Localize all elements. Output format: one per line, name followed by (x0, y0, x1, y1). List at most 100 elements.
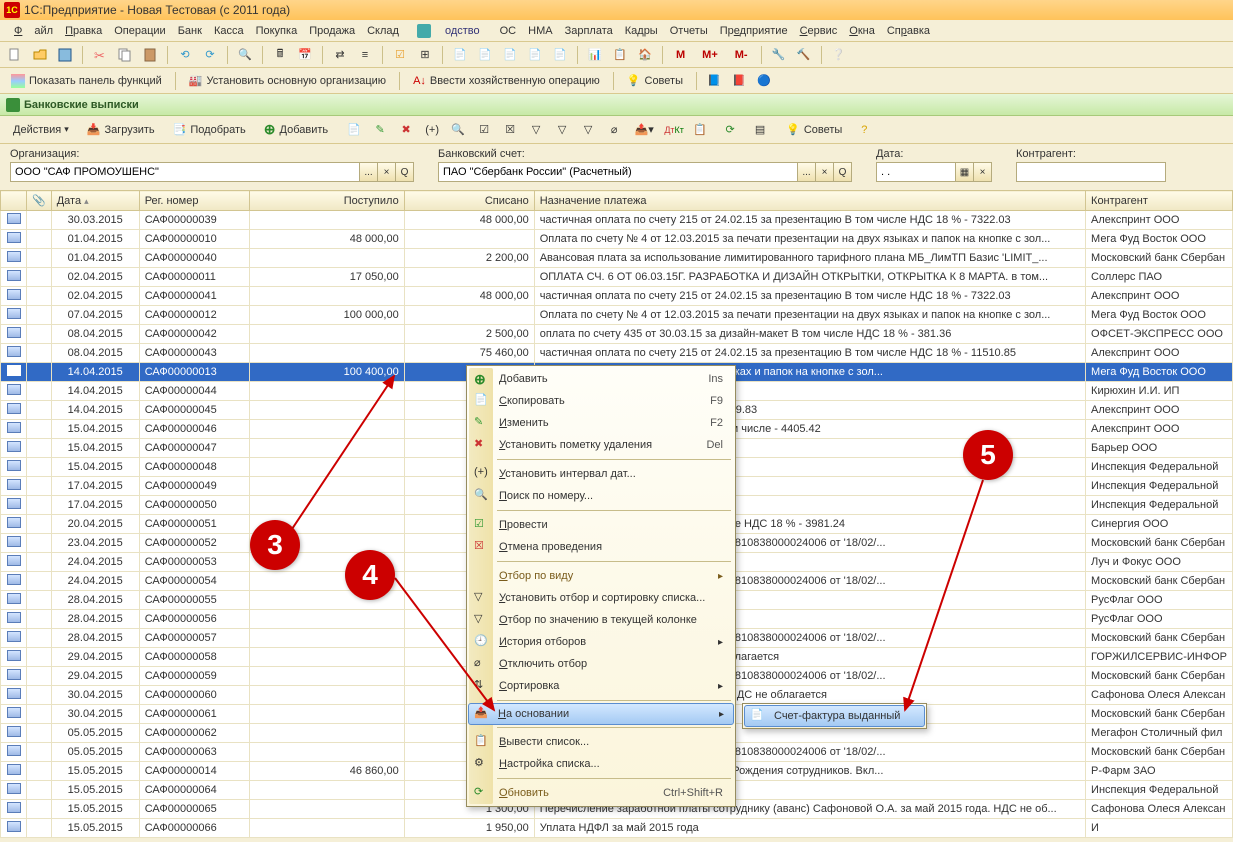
ctx-установить-интервал-дат-[interactable]: (+)Установить интервал дат... (469, 463, 733, 485)
ctx-изменить[interactable]: ✎ИзменитьF2 (469, 412, 733, 434)
load-button[interactable]: 📥Загрузить (80, 119, 162, 141)
date-input[interactable] (876, 162, 956, 182)
date-cal-button[interactable]: ▦ (956, 162, 974, 182)
table-row[interactable]: 08.04.2015САФ000000422 500,00оплата по с… (1, 325, 1233, 344)
col-out[interactable]: Списано (404, 191, 534, 211)
menu-ops[interactable]: Операции (108, 23, 171, 39)
table-row[interactable]: 15.05.2015САФ000000661 950,00Уплата НДФЛ… (1, 819, 1233, 838)
table-row[interactable]: 01.04.2015САФ000000402 200,00Авансовая п… (1, 249, 1233, 268)
col-reg[interactable]: Рег. номер (139, 191, 249, 211)
act-edit-icon[interactable]: ✎ (369, 119, 391, 141)
org-input[interactable] (10, 162, 360, 182)
menu-nma[interactable]: НМА (522, 23, 558, 39)
tb-house-icon[interactable]: 🏠 (634, 44, 656, 66)
ctx-установить-пометку-удаления[interactable]: ✖Установить пометку удаленияDel (469, 434, 733, 456)
act-del-icon[interactable]: ✖ (395, 119, 417, 141)
menu-stock[interactable]: Склад (361, 23, 405, 39)
tb-chart-icon[interactable]: 📊 (584, 44, 606, 66)
tb-redo-icon[interactable]: ⟳ (199, 44, 221, 66)
tb-doc1-icon[interactable]: 📄 (449, 44, 471, 66)
acc-clear-button[interactable]: × (816, 162, 834, 182)
tb-clip-icon[interactable]: 📋 (609, 44, 631, 66)
ctx-отбор-по-значению-в-текущей-колонке[interactable]: ▽Отбор по значению в текущей колонке (469, 609, 733, 631)
act-dtkt-icon[interactable]: ДтКт (663, 119, 685, 141)
act-post-icon[interactable]: ☑ (473, 119, 495, 141)
menu-windows[interactable]: Окна (843, 23, 881, 39)
table-row[interactable]: 07.04.2015САФ00000012100 000,00Оплата по… (1, 306, 1233, 325)
menu-os[interactable]: ОС (494, 23, 523, 39)
act-filter1-icon[interactable]: ▽ (525, 119, 547, 141)
select-button[interactable]: 📑Подобрать (166, 119, 253, 141)
ctx-отбор-по-виду[interactable]: Отбор по виду▸ (469, 565, 733, 587)
menu-bank[interactable]: Банк (172, 23, 208, 39)
submenu-invoice[interactable]: 📄 Счет-фактура выданный (744, 705, 925, 727)
tb-undo-icon[interactable]: ⟲ (174, 44, 196, 66)
show-panel-button[interactable]: Показать панель функций (4, 70, 169, 92)
ctx-поиск-по-номеру-[interactable]: 🔍Поиск по номеру... (469, 485, 733, 507)
tb-prop-icon[interactable]: ≡ (354, 44, 376, 66)
tb-calc-icon[interactable]: 🖩 (269, 44, 291, 66)
col-mark[interactable]: 📎 (27, 191, 52, 211)
act-interval-icon[interactable]: (+) (421, 119, 443, 141)
act-unpost-icon[interactable]: ☒ (499, 119, 521, 141)
tb-new-icon[interactable] (4, 44, 26, 66)
tb-open-icon[interactable] (29, 44, 51, 66)
col-in[interactable]: Поступило (249, 191, 404, 211)
col-icon[interactable] (1, 191, 27, 211)
tb-copy-icon[interactable] (114, 44, 136, 66)
table-row[interactable]: 01.04.2015САФ0000001048 000,00Оплата по … (1, 230, 1233, 249)
set-org-button[interactable]: 🏭Установить основную организацию (182, 70, 393, 92)
org-clear-button[interactable]: × (378, 162, 396, 182)
tips-button-2[interactable]: 💡Советы (620, 70, 690, 92)
act-list-icon[interactable]: 📋 (689, 119, 711, 141)
table-row[interactable]: 30.03.2015САФ0000003948 000,00частичная … (1, 211, 1233, 230)
menu-service[interactable]: Сервис (794, 23, 844, 39)
tb-doc3-icon[interactable]: 📄 (499, 44, 521, 66)
tb-doc4-icon[interactable]: 📄 (524, 44, 546, 66)
act-basedon-icon[interactable]: 📤▾ (633, 119, 655, 141)
table-row[interactable]: 02.04.2015САФ0000001117 050,00ОПЛАТА СЧ.… (1, 268, 1233, 287)
tb-mminus[interactable]: M- (728, 44, 755, 66)
ctx-сортировка[interactable]: ⇅Сортировка▸ (469, 675, 733, 697)
act-search-icon[interactable]: 🔍 (447, 119, 469, 141)
col-contr[interactable]: Контрагент (1086, 191, 1233, 211)
menu-fragment[interactable]: одство (439, 23, 486, 39)
add-button[interactable]: ⊕Добавить (257, 119, 335, 141)
contr-input[interactable] (1016, 162, 1166, 182)
context-submenu[interactable]: 📄 Счет-фактура выданный (742, 703, 927, 729)
menu-ent[interactable]: Предприятие (714, 23, 794, 39)
menu-buy[interactable]: Покупка (250, 23, 304, 39)
tb-sel-icon[interactable]: ☑ (389, 44, 411, 66)
menu-salary[interactable]: Зарплата (559, 23, 619, 39)
org-ellipsis-button[interactable]: ... (360, 162, 378, 182)
date-clear-button[interactable]: × (974, 162, 992, 182)
act-rows-icon[interactable]: ▤ (749, 119, 771, 141)
menu-hr[interactable]: Кадры (619, 23, 664, 39)
col-date[interactable]: Дата▴ (51, 191, 139, 211)
ctx-установить-отбор-и-сортировку-списка-[interactable]: ▽Установить отбор и сортировку списка... (469, 587, 733, 609)
menu-sell[interactable]: Продажа (303, 23, 361, 39)
act-copy-icon[interactable]: 📄 (343, 119, 365, 141)
tb-mplus[interactable]: M+ (695, 44, 725, 66)
table-row[interactable]: 08.04.2015САФ0000004375 460,00частичная … (1, 344, 1233, 363)
tb-doc2-icon[interactable]: 📄 (474, 44, 496, 66)
ctx-отмена-проведения[interactable]: ☒Отмена проведения (469, 536, 733, 558)
tips-button-3[interactable]: 💡Советы (779, 119, 849, 141)
tb-wrench-icon[interactable]: 🔧 (768, 44, 790, 66)
context-menu[interactable]: ⊕ДобавитьIns📄СкопироватьF9✎ИзменитьF2✖Ус… (466, 365, 736, 807)
tb2-c-icon[interactable]: 🔵 (753, 70, 775, 92)
tb2-b-icon[interactable]: 📕 (728, 70, 750, 92)
tb-find-icon[interactable]: 🔍 (234, 44, 256, 66)
act-filter3-icon[interactable]: ▽ (577, 119, 599, 141)
ctx-отключить-отбор[interactable]: ⌀Отключить отбор (469, 653, 733, 675)
tb-doc5-icon[interactable]: 📄 (549, 44, 571, 66)
org-open-button[interactable]: Q (396, 162, 414, 182)
ctx-скопировать[interactable]: 📄СкопироватьF9 (469, 390, 733, 412)
acc-ellipsis-button[interactable]: ... (798, 162, 816, 182)
act-refresh-icon[interactable]: ⟳ (719, 119, 741, 141)
ctx-обновить[interactable]: ⟳ОбновитьCtrl+Shift+R (469, 782, 733, 804)
menu-cash[interactable]: Касса (208, 23, 250, 39)
tb-paste-icon[interactable] (139, 44, 161, 66)
tb-cut-icon[interactable]: ✂ (89, 44, 111, 66)
tb-hammer-icon[interactable]: 🔨 (793, 44, 815, 66)
